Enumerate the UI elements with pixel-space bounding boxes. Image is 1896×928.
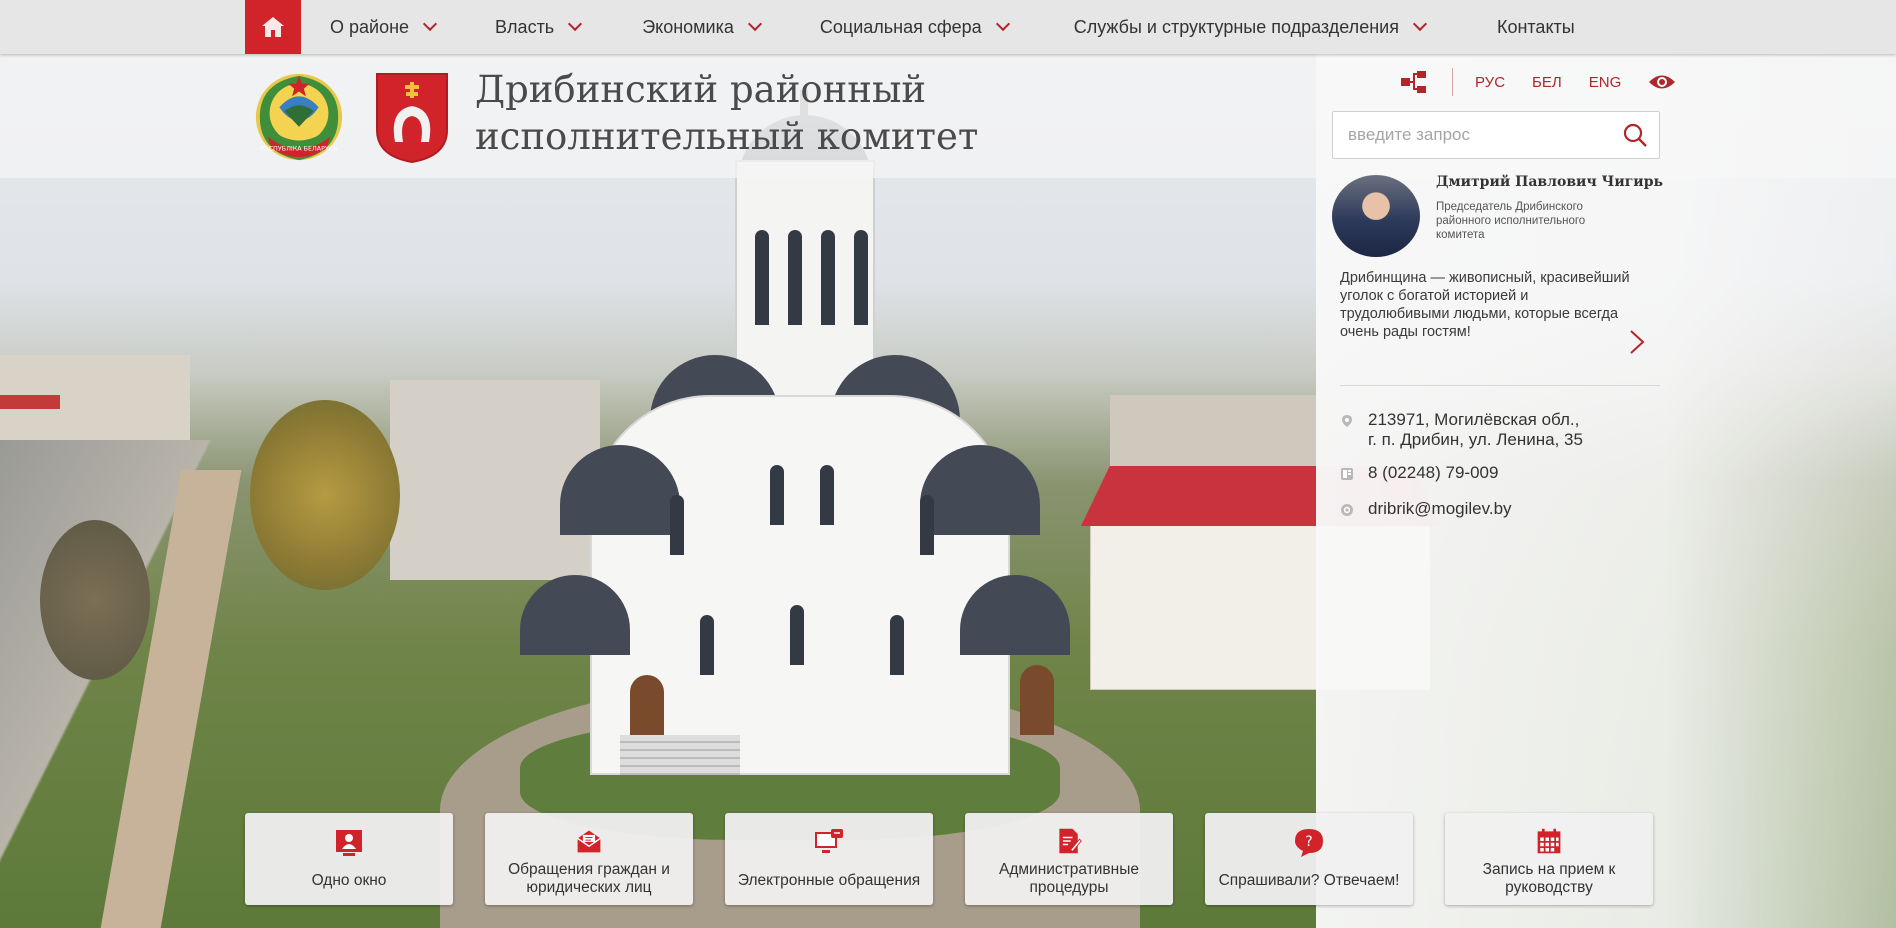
contact-email: dribrik@mogilev.by — [1340, 499, 1512, 519]
tile-label: Административные процедуры — [999, 861, 1139, 896]
nav-item-label: О районе — [330, 16, 410, 37]
nav-menu: О районе Власть Экономика Социальная сфе… — [330, 0, 1575, 54]
sitemap-icon[interactable] — [1400, 70, 1428, 94]
home-button[interactable] — [245, 0, 301, 54]
divider — [1340, 385, 1660, 386]
state-emblem-icon: РЭСПУБЛІКА БЕЛАРУСЬ — [255, 73, 343, 161]
lang-ru-link[interactable]: РУС — [1475, 74, 1505, 91]
utility-bar: РУС БЕЛ ENG — [1400, 68, 1676, 96]
contact-address: 213971, Могилёвская обл., г. п. Дрибин, … — [1340, 410, 1583, 450]
eye-icon[interactable] — [1648, 73, 1676, 91]
location-pin-icon — [1342, 415, 1352, 427]
chairman-role: Председатель Дрибинского районного испол… — [1436, 201, 1586, 241]
site-title[interactable]: Дрибинский районный исполнительный комит… — [475, 66, 978, 160]
lang-be-link[interactable]: БЕЛ — [1532, 74, 1562, 91]
top-navigation: О районе Власть Экономика Социальная сфе… — [0, 0, 1896, 54]
tile-appointment[interactable]: Запись на прием к руководству — [1445, 813, 1653, 905]
contact-phone: 8 (02248) 79-009 — [1340, 463, 1498, 483]
chairman-avatar[interactable] — [1332, 175, 1420, 257]
chevron-down-icon — [747, 16, 762, 32]
nav-item-economy[interactable]: Экономика — [642, 16, 762, 38]
nav-item-label: Экономика — [642, 16, 734, 37]
tile-label: Спрашивали? Отвечаем! — [1218, 872, 1400, 889]
lang-en-link[interactable]: ENG — [1589, 74, 1622, 91]
tile-label: Обращения граждан и юридических лиц — [508, 861, 670, 896]
background-building — [1110, 395, 1320, 475]
computer-icon — [815, 829, 843, 853]
background-tree — [40, 520, 150, 680]
emblem-text: РЭСПУБЛІКА БЕЛАРУСЬ — [260, 144, 337, 152]
email-at-icon — [1341, 504, 1353, 516]
one-window-icon — [336, 830, 362, 856]
tile-faq[interactable]: ? Спрашивали? Отвечаем! — [1205, 813, 1413, 905]
site-title-line: Дрибинский районный — [475, 68, 927, 111]
chevron-down-icon — [422, 16, 438, 32]
phone-number[interactable]: 8 (02248) 79-009 — [1368, 463, 1498, 483]
tile-electronic-appeals[interactable]: Электронные обращения — [725, 813, 933, 905]
search-icon[interactable] — [1623, 123, 1647, 147]
svg-text:?: ? — [1305, 834, 1312, 850]
tile-one-window[interactable]: Одно окно — [245, 813, 453, 905]
site-title-line: исполнительный комитет — [475, 115, 979, 158]
nav-item-label: Социальная сфера — [819, 16, 982, 37]
nav-item-contacts[interactable]: Контакты — [1497, 17, 1575, 38]
chevron-right-icon[interactable] — [1628, 328, 1646, 356]
letter-icon — [577, 830, 601, 853]
address-line: г. п. Дрибин, ул. Ленина, 35 — [1368, 430, 1583, 449]
nav-item-about-district[interactable]: О районе — [330, 16, 438, 38]
nav-item-social-sphere[interactable]: Социальная сфера — [819, 16, 1010, 38]
email-link[interactable]: dribrik@mogilev.by — [1368, 499, 1512, 519]
nav-item-authority[interactable]: Власть — [495, 16, 583, 38]
background-roof — [0, 395, 60, 409]
tile-label: Электронные обращения — [737, 872, 921, 889]
chairman-name[interactable]: Дмитрий Павлович Чигирь — [1436, 174, 1663, 190]
search-box — [1332, 111, 1660, 159]
search-input[interactable] — [1348, 112, 1608, 158]
home-icon — [262, 17, 284, 37]
quick-links: Одно окно Обращения граждан и юридически… — [245, 813, 1653, 905]
nav-item-label: Контакты — [1496, 16, 1575, 37]
question-bubble-icon: ? — [1295, 829, 1323, 857]
nav-item-label: Власть — [495, 16, 555, 37]
chevron-down-icon — [1412, 16, 1428, 32]
tile-label: Запись на прием к руководству — [1482, 861, 1616, 896]
phone-icon — [1341, 468, 1353, 480]
district-quote: Дрибинщина — живописный, красивейший уго… — [1340, 270, 1630, 340]
tile-administrative-procedures[interactable]: Административные процедуры — [965, 813, 1173, 905]
church-illustration — [520, 90, 1080, 775]
tile-label: Одно окно — [311, 872, 387, 889]
nav-item-services[interactable]: Службы и структурные подразделения — [1073, 16, 1428, 38]
document-pen-icon — [1059, 828, 1082, 854]
tile-citizens-appeals[interactable]: Обращения граждан и юридических лиц — [485, 813, 693, 905]
nav-item-label: Службы и структурные подразделения — [1073, 16, 1399, 37]
address-line: 213971, Могилёвская обл., — [1368, 410, 1580, 429]
district-coat-of-arms-icon — [376, 73, 448, 164]
chevron-down-icon — [995, 16, 1010, 32]
calendar-icon — [1537, 828, 1561, 854]
divider — [1452, 68, 1453, 96]
background-tree — [250, 400, 400, 590]
chevron-down-icon — [568, 16, 583, 32]
